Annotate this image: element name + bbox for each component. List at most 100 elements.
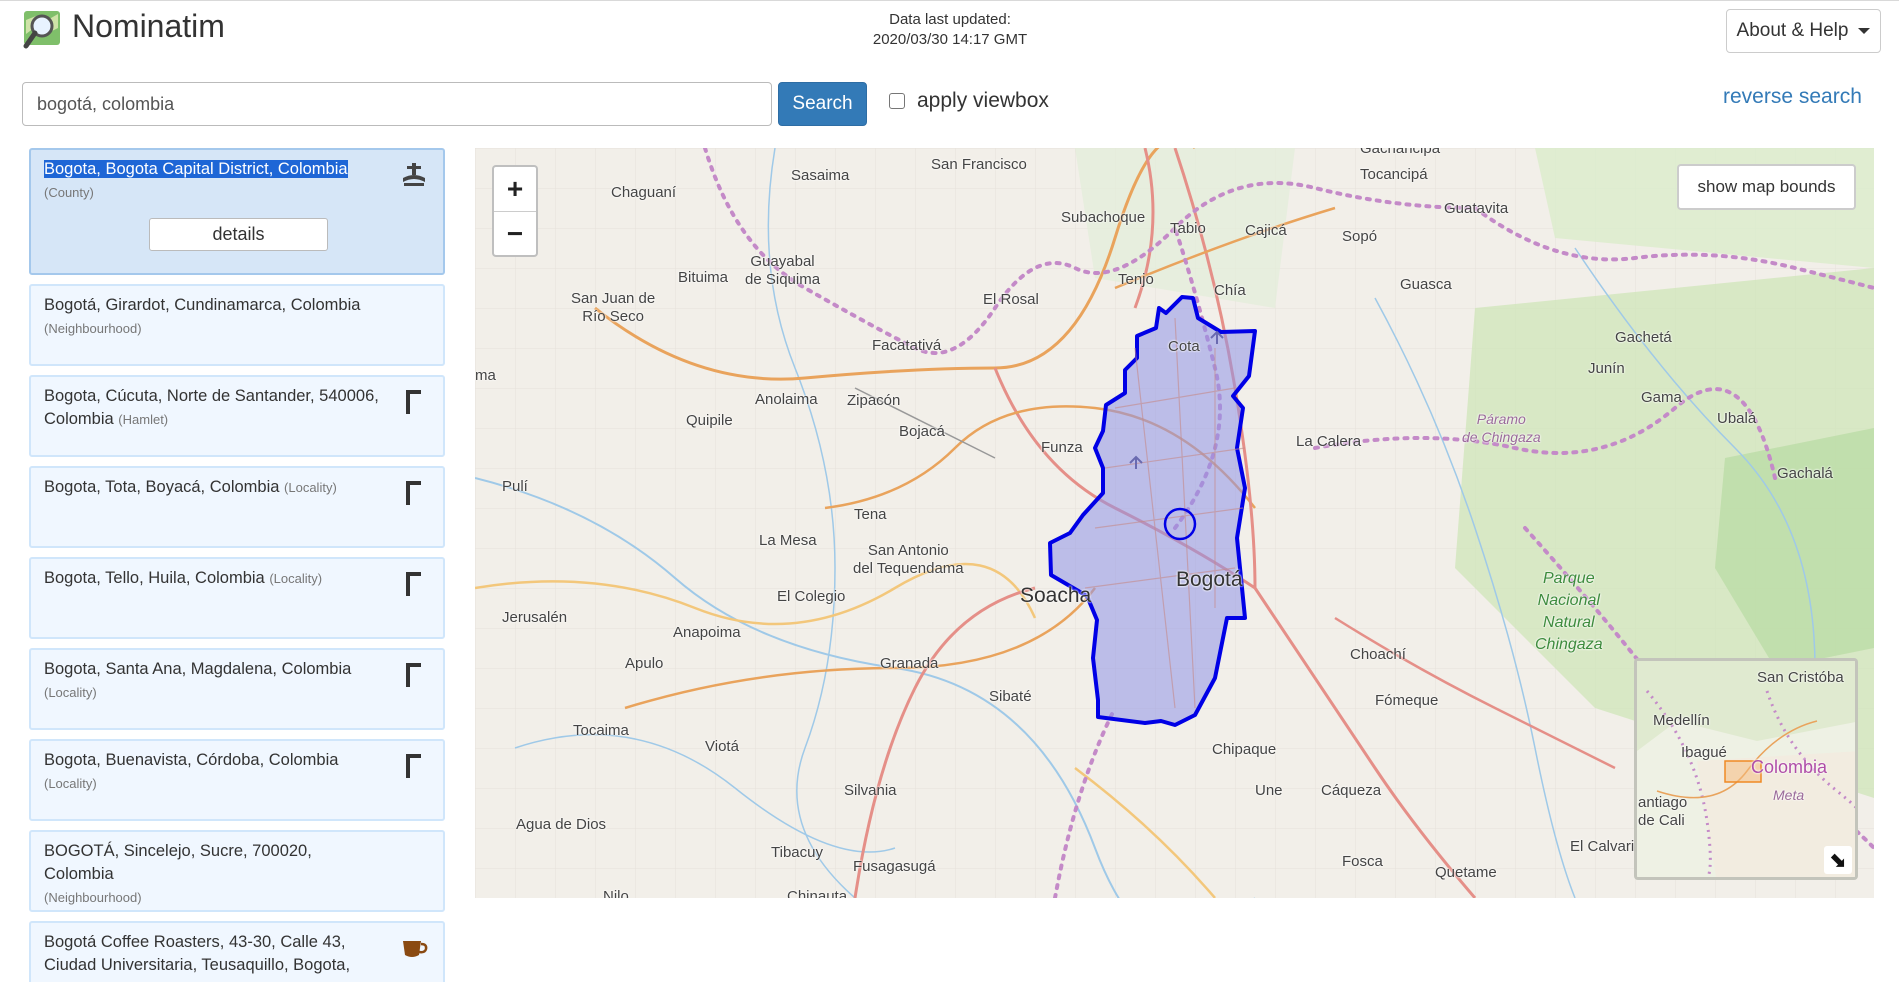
results-list: Bogota, Bogota Capital District, Colombi… (29, 148, 445, 982)
map-label: Junín (1588, 360, 1625, 377)
map-label: Gachalá (1777, 465, 1833, 482)
zoom-control: + − (492, 165, 538, 257)
result-type: (Neighbourhood) (44, 321, 142, 336)
map-label: Gama (1641, 389, 1682, 406)
map-label: Facatativá (872, 337, 942, 354)
place-flag-icon (406, 481, 421, 505)
result-name[interactable]: Bogota, Cúcuta, Norte de Santander, 5400… (44, 387, 379, 428)
minimap-label: Medellín (1653, 712, 1710, 729)
map-label: El Rosal (983, 291, 1039, 308)
map-label: San Juan de Río Seco (571, 290, 656, 325)
map-label: La Calera (1296, 433, 1362, 450)
map-label: Tena (854, 506, 887, 523)
map-label: Agua de Dios (516, 816, 607, 833)
map-label: Guatavita (1444, 200, 1509, 217)
place-flag-icon (406, 390, 421, 414)
minimap-label: Colombia (1751, 757, 1828, 777)
map-label: Tenjo (1118, 271, 1154, 288)
result-item[interactable]: Bogota, Tello, Huila, Colombia (Locality… (29, 557, 445, 639)
result-item[interactable]: Bogota, Cúcuta, Norte de Santander, 5400… (29, 375, 445, 457)
result-item[interactable]: Bogota, Buenavista, Córdoba, Colombia (L… (29, 739, 445, 821)
minimap-label: Ibagué (1681, 744, 1727, 761)
map-label: Cáqueza (1321, 782, 1382, 799)
map-label: Quetame (1435, 864, 1497, 881)
result-name[interactable]: Bogota, Bogota Capital District, Colombi… (44, 160, 348, 178)
details-button[interactable]: details (149, 218, 328, 251)
map-label: Jerusalén (502, 609, 568, 626)
map-label: Anapoima (673, 624, 741, 641)
map-label: Guayabal de Siquima (745, 253, 821, 288)
apply-viewbox-label[interactable]: apply viewbox (917, 89, 1049, 113)
result-name[interactable]: Bogotá Coffee Roasters, 43-30, Calle 43,… (44, 933, 350, 974)
updated-label: Data last updated: (889, 11, 1011, 28)
result-item[interactable]: Bogota, Tota, Boyacá, Colombia (Locality… (29, 466, 445, 548)
map-label: El Colegio (777, 588, 846, 605)
map-label: Apulo (625, 655, 664, 672)
result-name[interactable]: Bogota, Tota, Boyacá, Colombia (44, 478, 279, 496)
map-label: Bojacá (899, 423, 945, 440)
minimap-toggle-button[interactable]: ⬊ (1824, 846, 1852, 874)
boundary-icon (403, 163, 425, 186)
map-label: La Mesa (759, 532, 817, 549)
map-label: Bituima (678, 269, 729, 286)
map-label: Tabio (1170, 220, 1206, 237)
result-item[interactable]: Bogotá, Girardot, Cundinamarca, Colombia… (29, 284, 445, 366)
map-label: Bogotá (1176, 568, 1243, 591)
result-name[interactable]: Bogota, Buenavista, Córdoba, Colombia (44, 751, 338, 769)
result-type: (Locality) (44, 685, 97, 700)
map-label: Sopó (1342, 228, 1378, 245)
map-label: Soacha (1020, 584, 1092, 607)
map-label: Fómeque (1375, 692, 1439, 709)
map-label: Granada (880, 655, 939, 672)
show-map-bounds-button[interactable]: show map bounds (1677, 164, 1856, 210)
search-button[interactable]: Search (778, 82, 867, 126)
result-type: (Hamlet) (118, 412, 169, 427)
result-name[interactable]: Bogotá, Girardot, Cundinamarca, Colombia (44, 296, 360, 314)
map-label: Choachí (1350, 646, 1406, 663)
result-item[interactable]: Bogota, Santa Ana, Magdalena, Colombia (… (29, 648, 445, 730)
map-label: Silvania (844, 782, 897, 799)
map-label: El Calvari (1570, 838, 1635, 855)
brand-title[interactable]: Nominatim (72, 8, 225, 45)
apply-viewbox-option[interactable]: apply viewbox (889, 89, 1049, 113)
minimap-label: Meta (1773, 787, 1805, 803)
result-type: (Locality) (269, 571, 323, 586)
map-label: Tibacuy (771, 844, 823, 861)
zoom-in-button[interactable]: + (494, 167, 536, 211)
place-flag-icon (406, 663, 421, 687)
minimap[interactable]: San Cristóba Medellín Ibagué Colombia Me… (1634, 658, 1858, 880)
map-label: Quipile (686, 412, 733, 429)
top-border (0, 0, 1899, 1)
map-label: Chía (1214, 282, 1246, 299)
map-label: Gachancipá (1360, 148, 1441, 157)
apply-viewbox-checkbox[interactable] (889, 93, 905, 109)
zoom-out-button[interactable]: − (494, 211, 536, 255)
result-item[interactable]: BOGOTÁ, Sincelejo, Sucre, 700020, Colomb… (29, 830, 445, 912)
map-view[interactable]: Gachancipá San Francisco Sasaima Chaguan… (475, 148, 1874, 898)
reverse-search-link[interactable]: reverse search (1723, 85, 1862, 109)
map-label: Cota (1168, 338, 1200, 355)
map-label: Sibaté (989, 688, 1032, 705)
about-help-dropdown[interactable]: About & Help (1726, 9, 1881, 53)
map-label: Pulí (502, 478, 528, 495)
map-label: Cajicá (1245, 222, 1287, 239)
map-label: Chipaque (1212, 741, 1277, 758)
map-label: Viotá (705, 738, 739, 755)
map-label: Une (1255, 782, 1283, 799)
search-input[interactable] (22, 82, 772, 126)
map-label: San Antonio del Tequendama (853, 542, 964, 577)
map-label: Nilo (603, 888, 629, 898)
result-name[interactable]: Bogota, Santa Ana, Magdalena, Colombia (44, 660, 351, 678)
result-item[interactable]: Bogota, Bogota Capital District, Colombi… (29, 148, 445, 275)
result-name[interactable]: BOGOTÁ, Sincelejo, Sucre, 700020, Colomb… (44, 842, 312, 883)
result-type: (Neighbourhood) (44, 890, 142, 905)
result-item[interactable]: Bogotá Coffee Roasters, 43-30, Calle 43,… (29, 921, 445, 982)
result-name[interactable]: Bogota, Tello, Huila, Colombia (44, 569, 265, 587)
map-label: Funza (1041, 439, 1083, 456)
map-label: Chinauta (787, 888, 848, 898)
map-label: Gachetá (1615, 329, 1672, 346)
map-label: Páramo de Chingaza (1462, 411, 1541, 445)
about-help-label: About & Help (1736, 20, 1849, 41)
nominatim-logo-icon[interactable] (22, 8, 66, 52)
place-flag-icon (406, 572, 421, 596)
